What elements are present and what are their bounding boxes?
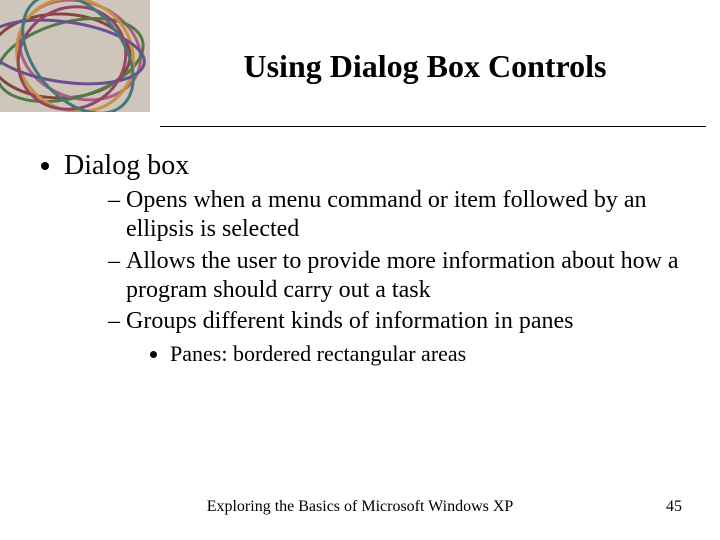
decorative-corner-image (0, 0, 150, 112)
bullet-level2: Groups different kinds of information in… (108, 307, 684, 368)
bullet-text: Dialog box (64, 150, 189, 181)
bullet-level2: Allows the user to provide more informat… (108, 247, 684, 306)
bullet-text: Groups different kinds of information in… (126, 308, 573, 334)
slide-body: Dialog box Opens when a menu command or … (36, 150, 684, 374)
slide-title: Using Dialog Box Controls (160, 48, 690, 85)
page-number: 45 (666, 498, 682, 516)
bullet-text: Panes: bordered rectangular areas (170, 341, 466, 366)
bullet-level2: Opens when a menu command or item follow… (108, 186, 684, 245)
bullet-text: Allows the user to provide more informat… (126, 248, 679, 303)
title-underline (160, 126, 706, 127)
footer-title: Exploring the Basics of Microsoft Window… (0, 498, 720, 516)
slide: Using Dialog Box Controls Dialog box Ope… (0, 0, 720, 540)
bullet-level1: Dialog box Opens when a menu command or … (64, 150, 684, 368)
bullet-level3: Panes: bordered rectangular areas (170, 340, 684, 368)
bullet-text: Opens when a menu command or item follow… (126, 187, 647, 242)
